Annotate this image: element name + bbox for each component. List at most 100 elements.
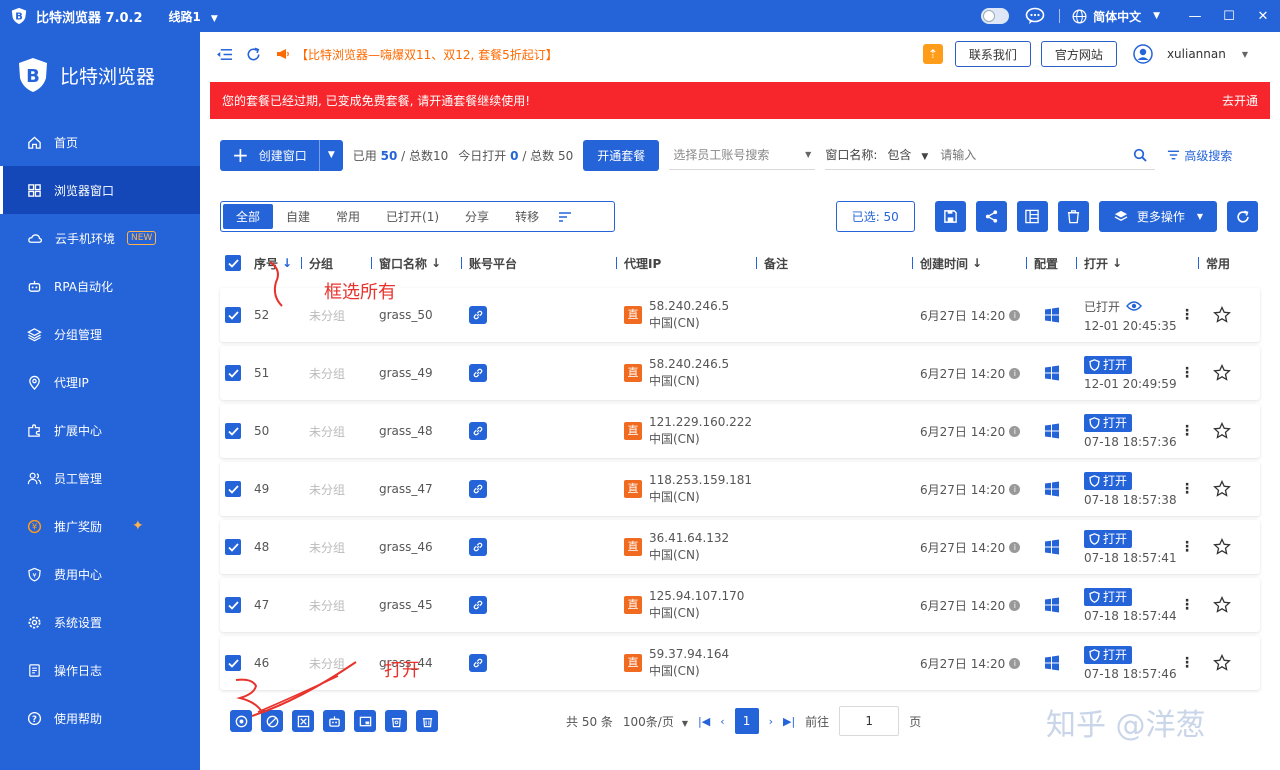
col-name[interactable]: 窗口名称 ↓ bbox=[370, 248, 441, 278]
platform-link[interactable] bbox=[469, 520, 487, 574]
sidebar-item-logs[interactable]: 操作日志 bbox=[0, 646, 200, 694]
favorite-button[interactable] bbox=[1213, 520, 1231, 574]
select-all-checkbox[interactable] bbox=[225, 248, 241, 278]
batch-rpa-button[interactable] bbox=[323, 710, 345, 732]
sidebar-item-proxy[interactable]: 代理IP bbox=[0, 358, 200, 406]
sidebar-item-browser-windows[interactable]: 浏览器窗口 bbox=[0, 166, 200, 214]
row-window-name[interactable]: grass_49 bbox=[379, 346, 433, 400]
table-row[interactable]: 48 未分组 grass_46 直 36.41.64.132 中国(CN) 6月27日 14… bbox=[220, 520, 1260, 574]
sidebar-item-settings[interactable]: 系统设置 bbox=[0, 598, 200, 646]
platform-link[interactable] bbox=[469, 288, 487, 342]
match-mode-select[interactable]: 包含 ▼ bbox=[887, 146, 928, 163]
sidebar-item-cloud-phone[interactable]: 云手机环境 NEW bbox=[0, 214, 200, 262]
favorite-button[interactable] bbox=[1213, 288, 1231, 342]
platform-link[interactable] bbox=[469, 578, 487, 632]
open-browser-button[interactable]: 打开 bbox=[1084, 355, 1133, 374]
chat-icon[interactable] bbox=[1025, 7, 1045, 25]
favorite-button[interactable] bbox=[1213, 578, 1231, 632]
open-browser-button[interactable]: 打开 bbox=[1084, 587, 1133, 606]
table-row[interactable]: 49 未分组 grass_47 直 118.253.159.181 中国(CN) 6月27日… bbox=[220, 462, 1260, 516]
page-size-select[interactable]: 100条/页 ▼ bbox=[623, 713, 688, 730]
info-icon[interactable]: i bbox=[1009, 483, 1021, 495]
info-icon[interactable]: i bbox=[1009, 657, 1021, 669]
table-row[interactable]: 46 未分组 grass_44 直 59.37.94.164 中国(CN) 6月27日 14… bbox=[220, 636, 1260, 690]
tab-common[interactable]: 常用 bbox=[323, 204, 373, 229]
clear-cache-button[interactable] bbox=[1057, 201, 1089, 232]
sidebar-item-billing[interactable]: ¥ 费用中心 bbox=[0, 550, 200, 598]
row-window-name[interactable]: grass_44 bbox=[379, 636, 433, 690]
maximize-button[interactable]: ☐ bbox=[1212, 9, 1246, 24]
info-icon[interactable]: i bbox=[1009, 599, 1021, 611]
row-more-menu[interactable]: ⋮ bbox=[1180, 636, 1194, 690]
row-more-menu[interactable]: ⋮ bbox=[1180, 404, 1194, 458]
tab-opened[interactable]: 已打开(1) bbox=[373, 204, 452, 229]
info-icon[interactable]: i bbox=[1009, 425, 1021, 437]
row-window-name[interactable]: grass_46 bbox=[379, 520, 433, 574]
open-browser-button[interactable]: 打开 bbox=[1084, 529, 1133, 548]
col-open[interactable]: 打开 ↓ bbox=[1075, 248, 1122, 278]
sort-icon[interactable] bbox=[558, 211, 572, 223]
batch-open-button[interactable] bbox=[230, 710, 252, 732]
table-row[interactable]: 47 未分组 grass_45 直 125.94.107.170 中国(CN) 6月27日 … bbox=[220, 578, 1260, 632]
create-window-button[interactable]: + 创建窗口 bbox=[220, 140, 319, 171]
info-icon[interactable]: i bbox=[1009, 309, 1021, 321]
row-checkbox[interactable] bbox=[225, 288, 241, 342]
info-icon[interactable]: i bbox=[1009, 541, 1021, 553]
prev-page-button[interactable]: ‹ bbox=[720, 715, 724, 728]
language-selector[interactable]: 简体中文 ▼ bbox=[1072, 8, 1160, 25]
open-browser-button[interactable]: 打开 bbox=[1084, 471, 1133, 490]
search-input[interactable] bbox=[940, 147, 1131, 162]
next-page-button[interactable]: › bbox=[769, 715, 773, 728]
row-checkbox[interactable] bbox=[225, 578, 241, 632]
table-row[interactable]: 52 未分组 grass_50 直 58.240.246.5 中国(CN) 6月27日 14… bbox=[220, 288, 1260, 342]
tab-transfer[interactable]: 转移 bbox=[502, 204, 552, 229]
advanced-search-button[interactable]: 高级搜索 bbox=[1167, 147, 1232, 164]
platform-link[interactable] bbox=[469, 462, 487, 516]
col-seq[interactable]: 序号 ↓ bbox=[254, 248, 292, 278]
sidebar-item-referral[interactable]: ¥ 推广奖励 ✦ bbox=[0, 502, 200, 550]
promo-marquee[interactable]: 【比特浏览器—嗨爆双11、双12, 套餐5折起订】 bbox=[296, 46, 558, 63]
close-button[interactable]: ✕ bbox=[1246, 9, 1280, 24]
row-more-menu[interactable]: ⋮ bbox=[1180, 288, 1194, 342]
sidebar-item-help[interactable]: ? 使用帮助 bbox=[0, 694, 200, 742]
row-more-menu[interactable]: ⋮ bbox=[1180, 462, 1194, 516]
open-browser-button[interactable]: 打开 bbox=[1084, 645, 1133, 664]
sidebar-item-rpa[interactable]: RPA自动化 bbox=[0, 262, 200, 310]
minimize-button[interactable]: — bbox=[1178, 9, 1212, 24]
favorite-button[interactable] bbox=[1213, 404, 1231, 458]
save-button[interactable] bbox=[934, 201, 966, 232]
tab-shared[interactable]: 分享 bbox=[452, 204, 502, 229]
official-website-button[interactable]: 官方网站 bbox=[1040, 41, 1117, 67]
batch-delete-button[interactable] bbox=[416, 710, 438, 732]
upload-button[interactable]: ⇡ bbox=[922, 44, 943, 64]
row-checkbox[interactable] bbox=[225, 462, 241, 516]
row-more-menu[interactable]: ⋮ bbox=[1180, 578, 1194, 632]
goto-page-input[interactable] bbox=[839, 706, 900, 736]
sidebar-item-staff[interactable]: 员工管理 bbox=[0, 454, 200, 502]
row-checkbox[interactable] bbox=[225, 346, 241, 400]
activate-link[interactable]: 去开通 bbox=[1222, 92, 1258, 109]
line-selector[interactable]: 线路1 ▼ bbox=[169, 8, 218, 25]
current-page[interactable]: 1 bbox=[734, 708, 759, 734]
tab-all[interactable]: 全部 bbox=[223, 204, 274, 229]
table-row[interactable]: 50 未分组 grass_48 直 121.229.160.222 中国(CN) 6月27日… bbox=[220, 404, 1260, 458]
batch-close-button[interactable] bbox=[261, 710, 283, 732]
row-checkbox[interactable] bbox=[225, 404, 241, 458]
row-window-name[interactable]: grass_50 bbox=[379, 288, 433, 342]
sidebar-item-home[interactable]: 首页 bbox=[0, 118, 200, 166]
layout-button[interactable] bbox=[1016, 201, 1048, 232]
selected-count-button[interactable]: 已选: 50 bbox=[835, 201, 915, 232]
more-actions-button[interactable]: 更多操作 ▼ bbox=[1098, 201, 1217, 232]
platform-link[interactable] bbox=[469, 636, 487, 690]
create-dropdown-toggle[interactable]: ▼ bbox=[318, 139, 343, 171]
info-icon[interactable]: i bbox=[1009, 367, 1021, 379]
platform-link[interactable] bbox=[469, 346, 487, 400]
employee-select[interactable]: 选择员工账号搜索 ▼ bbox=[669, 140, 816, 170]
batch-window-button[interactable] bbox=[354, 710, 376, 732]
refresh-icon[interactable] bbox=[245, 46, 262, 63]
batch-clear-button[interactable] bbox=[292, 710, 314, 732]
col-created[interactable]: 创建时间 ↓ bbox=[911, 248, 982, 278]
open-browser-button[interactable]: 打开 bbox=[1084, 413, 1133, 432]
contact-us-button[interactable]: 联系我们 bbox=[954, 41, 1031, 67]
row-more-menu[interactable]: ⋮ bbox=[1180, 346, 1194, 400]
